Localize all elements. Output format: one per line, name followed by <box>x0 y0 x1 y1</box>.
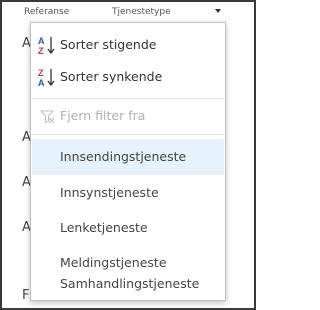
clear-filter-item[interactable]: Fjern filter fra Tjenestetype <box>32 101 224 153</box>
svg-text:Z: Z <box>38 46 44 55</box>
column-header-tjenestetype[interactable]: Tjenestetype <box>112 2 171 22</box>
filter-option-label: Samhandlingstjeneste <box>60 276 200 291</box>
sort-descending-label: Sorter synkende <box>60 69 163 84</box>
sort-ascending-label: Sorter stigende <box>60 37 157 52</box>
sort-descending-icon: Z A <box>38 68 55 87</box>
filter-option-innsynstjeneste[interactable]: Innsynstjeneste <box>32 175 224 211</box>
sort-ascending-item[interactable]: A Z Sorter stigende <box>32 30 224 60</box>
filter-option-label: Lenketjeneste <box>60 220 148 235</box>
sort-descending-item[interactable]: Z A Sorter synkende <box>32 62 224 92</box>
filter-option-label: Innsynstjeneste <box>60 185 159 200</box>
filter-option-innsendingstjeneste[interactable]: Innsendingstjeneste <box>32 139 224 175</box>
svg-text:A: A <box>38 36 45 46</box>
column-menu-chevron-down-icon[interactable] <box>215 9 221 13</box>
filter-option-samhandlingstjeneste[interactable]: Samhandlingstjeneste <box>32 268 224 300</box>
column-header-referanse[interactable]: Referanse <box>24 2 69 22</box>
filter-option-lenketjeneste[interactable]: Lenketjeneste <box>32 210 224 246</box>
menu-divider <box>32 98 224 99</box>
list-header: Referanse Tjenestetype <box>2 2 254 22</box>
filter-option-label: Innsendingstjeneste <box>60 149 187 164</box>
clear-filter-icon <box>39 110 55 124</box>
sort-ascending-icon: A Z <box>38 36 55 55</box>
svg-text:A: A <box>38 78 45 87</box>
menu-divider <box>32 134 224 135</box>
column-filter-menu: A Z Sorter stigende Z A Sorter synkende … <box>30 22 226 301</box>
svg-text:Z: Z <box>38 68 44 78</box>
